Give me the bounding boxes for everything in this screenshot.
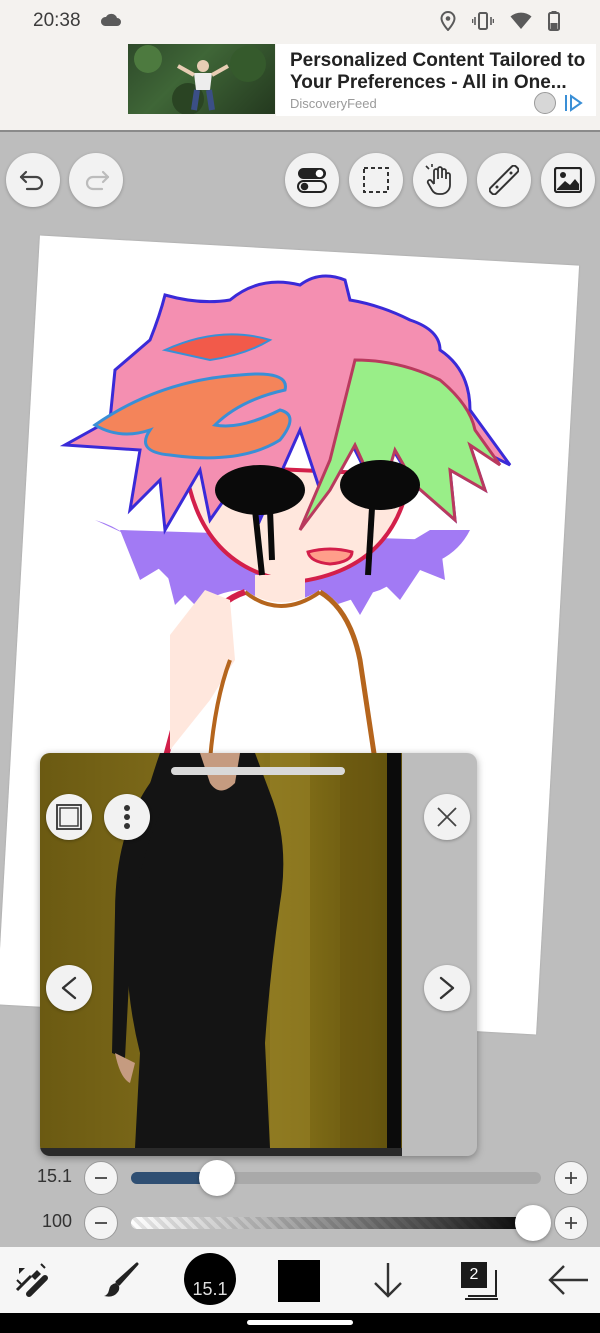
back-button[interactable] bbox=[543, 1255, 593, 1305]
more-icon bbox=[124, 805, 130, 829]
ad-card[interactable]: Personalized Content Tailored to Your Pr… bbox=[276, 44, 596, 116]
reference-next-button[interactable] bbox=[424, 965, 470, 1011]
toggle-button[interactable] bbox=[285, 153, 339, 207]
brush-size-label: 15.1 bbox=[192, 1279, 228, 1299]
brush-size-slider[interactable] bbox=[131, 1160, 541, 1196]
download-button[interactable] bbox=[363, 1255, 413, 1305]
undo-icon bbox=[19, 170, 44, 191]
hand-icon bbox=[425, 164, 451, 195]
brush-size-slider-row: 15.1 bbox=[0, 1158, 600, 1198]
prev-icon bbox=[61, 976, 77, 1000]
color-swatch[interactable] bbox=[278, 1260, 320, 1302]
selection-icon bbox=[363, 167, 389, 193]
reference-frame-button[interactable] bbox=[46, 794, 92, 840]
plus-icon bbox=[565, 1172, 577, 1184]
opacity-value: 100 bbox=[42, 1211, 73, 1231]
transform-icon bbox=[15, 1263, 48, 1297]
canvas-artwork[interactable] bbox=[0, 230, 600, 790]
status-bar: 20:38 bbox=[0, 0, 600, 42]
cloud-icon bbox=[100, 13, 121, 26]
brush-size-slider-thumb[interactable] bbox=[199, 1160, 236, 1196]
brush-tool-button[interactable] bbox=[96, 1255, 146, 1305]
adchoices-icon[interactable] bbox=[564, 94, 584, 112]
plus-icon bbox=[565, 1217, 577, 1229]
redo-button[interactable] bbox=[69, 153, 123, 207]
opacity-slider[interactable] bbox=[131, 1205, 551, 1241]
reference-window[interactable] bbox=[40, 753, 477, 1156]
opacity-slider-row: 100 bbox=[0, 1203, 600, 1243]
frame-icon bbox=[56, 804, 82, 830]
navigation-bar bbox=[0, 1313, 600, 1333]
image-icon bbox=[554, 167, 582, 193]
ad-source: DiscoveryFeed bbox=[290, 96, 377, 111]
selection-button[interactable] bbox=[349, 153, 403, 207]
ad-banner[interactable]: Personalized Content Tailored to Your Pr… bbox=[0, 42, 600, 132]
reference-image-button[interactable] bbox=[541, 153, 595, 207]
brush-size-value: 15.1 bbox=[37, 1166, 73, 1186]
minus-icon bbox=[95, 1222, 107, 1224]
status-icons bbox=[440, 11, 560, 31]
toggle-icon bbox=[297, 168, 327, 193]
opacity-slider-thumb[interactable] bbox=[514, 1205, 551, 1241]
reference-edge bbox=[387, 753, 401, 1148]
battery-icon bbox=[548, 11, 560, 31]
avatar bbox=[534, 92, 556, 114]
wifi-icon bbox=[510, 12, 532, 29]
hand-button[interactable] bbox=[413, 153, 467, 207]
brush-size-minus-button[interactable] bbox=[84, 1161, 118, 1195]
redo-icon bbox=[85, 170, 110, 191]
close-icon bbox=[437, 807, 457, 827]
opacity-minus-button[interactable] bbox=[84, 1206, 118, 1240]
opacity-plus-button[interactable] bbox=[554, 1206, 588, 1240]
download-icon bbox=[374, 1263, 402, 1298]
reference-photo[interactable] bbox=[40, 753, 402, 1148]
drag-handle[interactable] bbox=[171, 767, 345, 775]
ruler-icon bbox=[489, 165, 519, 195]
reference-more-button[interactable] bbox=[104, 794, 150, 840]
status-time: 20:38 bbox=[33, 10, 81, 31]
reference-prev-button[interactable] bbox=[46, 965, 92, 1011]
ad-image[interactable] bbox=[128, 44, 275, 114]
brush-size-button[interactable]: 15.1 bbox=[184, 1253, 236, 1305]
back-arrow-icon bbox=[548, 1265, 588, 1295]
ad-headline[interactable]: Personalized Content Tailored to Your Pr… bbox=[290, 50, 590, 94]
brush-size-plus-button[interactable] bbox=[554, 1161, 588, 1195]
reference-close-button[interactable] bbox=[424, 794, 470, 840]
transform-tool-button[interactable] bbox=[6, 1255, 56, 1305]
ad-headline-line2: Your Preferences - All in One... bbox=[290, 72, 567, 93]
ad-headline-line1: Personalized Content Tailored to bbox=[290, 50, 586, 71]
minus-icon bbox=[95, 1177, 107, 1179]
next-icon bbox=[439, 976, 455, 1000]
location-icon bbox=[440, 11, 456, 31]
vibrate-icon bbox=[472, 12, 494, 30]
layers-count: 2 bbox=[461, 1262, 487, 1288]
undo-button[interactable] bbox=[6, 153, 60, 207]
reference-bottom-edge bbox=[40, 1148, 402, 1156]
home-indicator[interactable] bbox=[247, 1320, 353, 1325]
brush-icon bbox=[104, 1262, 139, 1297]
ruler-button[interactable] bbox=[477, 153, 531, 207]
